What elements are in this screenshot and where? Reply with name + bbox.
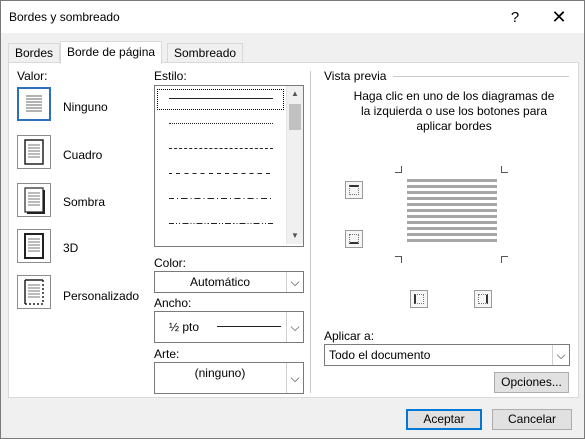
- accept-button[interactable]: Aceptar: [406, 409, 482, 430]
- style-dash-dot[interactable]: [169, 198, 273, 199]
- chevron-down-icon[interactable]: ⌵: [286, 272, 303, 292]
- scroll-down-icon[interactable]: ▼: [287, 228, 303, 244]
- scroll-thumb[interactable]: [289, 104, 301, 130]
- right-border-icon: [478, 294, 488, 304]
- dialog-title: Bordes y sombreado: [9, 10, 120, 24]
- preview-text-line: [407, 203, 497, 206]
- art-value: (ninguno): [194, 366, 246, 380]
- bottom-border-icon: [349, 234, 359, 244]
- top-border-icon: [349, 185, 359, 195]
- setting-box-icon[interactable]: [17, 135, 51, 169]
- borders-shading-dialog: Bordes y sombreado ? ✕ Bordes Borde de p…: [0, 0, 585, 439]
- art-label: Arte:: [154, 347, 180, 361]
- corner-mark: [501, 166, 508, 173]
- preview-text-line: [407, 179, 497, 182]
- chevron-down-icon[interactable]: ⌵: [286, 363, 303, 393]
- corner-mark: [395, 256, 402, 263]
- preview-text-line: [407, 215, 497, 218]
- corner-mark: [395, 166, 402, 173]
- tab-strip: Bordes Borde de página Sombreado: [1, 41, 584, 64]
- column-separator: [310, 71, 311, 393]
- art-dropdown[interactable]: (ninguno) ⌵: [154, 362, 304, 394]
- color-value: Automático: [189, 275, 251, 289]
- tab-shading[interactable]: Sombreado: [167, 43, 244, 62]
- preview-text-line: [407, 233, 497, 236]
- apply-to-value: Todo el documento: [329, 348, 431, 362]
- page-border-panel: Valor: Ninguno Cuadro Sombra 3D Personal…: [8, 62, 579, 398]
- setting-3d-icon[interactable]: [17, 229, 51, 263]
- preview-label: Vista previa: [324, 69, 387, 83]
- tab-page-border[interactable]: Borde de página: [60, 41, 163, 64]
- setting-label: Valor:: [17, 69, 48, 83]
- help-button[interactable]: ?: [493, 1, 537, 33]
- preview-text-line: [407, 239, 497, 242]
- tab-borders[interactable]: Bordes: [8, 43, 61, 62]
- right-border-button[interactable]: [474, 290, 492, 308]
- close-button[interactable]: ✕: [537, 1, 581, 33]
- top-border-button[interactable]: [345, 181, 363, 199]
- style-solid[interactable]: [169, 98, 273, 99]
- setting-custom-label[interactable]: Personalizado: [63, 289, 139, 303]
- left-border-icon: [414, 294, 424, 304]
- style-dotted[interactable]: [169, 123, 273, 124]
- setting-shadow-icon[interactable]: [17, 183, 51, 217]
- preview-text-line: [407, 227, 497, 230]
- title-bar: Bordes y sombreado ? ✕: [1, 1, 584, 33]
- width-dropdown[interactable]: ½ pto ⌵: [154, 311, 304, 343]
- cancel-button[interactable]: Cancelar: [492, 409, 572, 430]
- setting-none-icon[interactable]: [17, 87, 51, 121]
- preview-text-line: [407, 197, 497, 200]
- apply-to-label: Aplicar a:: [324, 329, 375, 343]
- color-label: Color:: [154, 256, 187, 270]
- preview-text-line: [407, 191, 497, 194]
- chevron-down-icon[interactable]: ⌵: [286, 312, 303, 342]
- width-value: ½ pto: [169, 320, 200, 334]
- preview-text-line: [407, 185, 497, 188]
- preview-hint: Haga clic en uno de los diagramas de la …: [353, 89, 555, 133]
- style-dashed[interactable]: [169, 173, 273, 174]
- style-scrollbar[interactable]: ▲ ▼: [286, 86, 303, 244]
- preview-divider: [393, 76, 569, 77]
- style-label: Estilo:: [154, 69, 187, 83]
- style-list[interactable]: ▲ ▼: [154, 85, 304, 247]
- corner-mark: [501, 256, 508, 263]
- style-dash-dot-dot[interactable]: [169, 223, 273, 224]
- chevron-down-icon[interactable]: ⌵: [552, 345, 569, 365]
- preview-text-line: [407, 209, 497, 212]
- setting-3d-label[interactable]: 3D: [63, 241, 78, 255]
- setting-shadow-label[interactable]: Sombra: [63, 195, 105, 209]
- left-border-button[interactable]: [410, 290, 428, 308]
- setting-none-label[interactable]: Ninguno: [63, 100, 108, 114]
- width-label: Ancho:: [154, 296, 192, 310]
- bottom-border-button[interactable]: [345, 230, 363, 248]
- preview-text-line: [407, 221, 497, 224]
- setting-box-label[interactable]: Cuadro: [63, 148, 102, 162]
- style-selected-item[interactable]: [157, 89, 284, 110]
- options-button[interactable]: Opciones...: [494, 372, 569, 393]
- color-dropdown[interactable]: Automático ⌵: [154, 271, 304, 293]
- setting-custom-icon[interactable]: [17, 275, 51, 309]
- style-dashed-small[interactable]: [169, 148, 273, 149]
- apply-to-dropdown[interactable]: Todo el documento ⌵: [324, 344, 570, 366]
- width-line-sample: [217, 326, 281, 327]
- scroll-up-icon[interactable]: ▲: [287, 86, 303, 102]
